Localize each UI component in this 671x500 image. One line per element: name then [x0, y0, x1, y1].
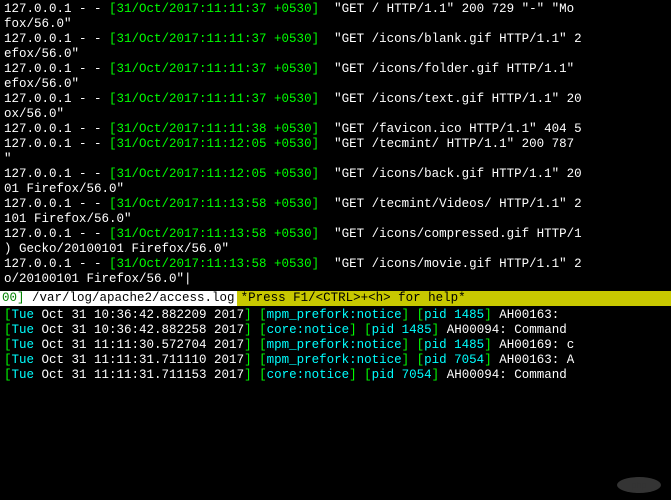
log-line-wrap: ox/56.0" — [4, 107, 667, 122]
log-line-wrap: efox/56.0" — [4, 47, 667, 62]
log-line: 127.0.0.1 - - [31/Oct/2017:11:11:37 +053… — [4, 92, 667, 107]
access-log-pane: 127.0.0.1 - - [31/Oct/2017:11:11:37 +053… — [0, 0, 671, 289]
log-line: 127.0.0.1 - - [31/Oct/2017:11:11:38 +053… — [4, 122, 667, 137]
status-help: *Press F1/<CTRL>+<h> for help* — [237, 291, 671, 306]
log-line: 127.0.0.1 - - [31/Oct/2017:11:13:58 +053… — [4, 197, 667, 212]
syslog-line: [Tue Oct 31 10:36:42.882209 2017] [mpm_p… — [4, 308, 667, 323]
status-bar: 00] /var/log/apache2/access.log *Press F… — [0, 291, 671, 306]
status-path: 00] /var/log/apache2/access.log — [0, 291, 237, 306]
log-line-wrap: 01 Firefox/56.0" — [4, 182, 667, 197]
log-line: 127.0.0.1 - - [31/Oct/2017:11:12:05 +053… — [4, 167, 667, 182]
log-line: 127.0.0.1 - - [31/Oct/2017:11:11:37 +053… — [4, 62, 667, 77]
log-line-wrap: 101 Firefox/56.0" — [4, 212, 667, 227]
log-line-wrap: " — [4, 152, 667, 167]
log-line-wrap: fox/56.0" — [4, 17, 667, 32]
svg-text:php: php — [631, 480, 646, 490]
watermark-icon: php — [615, 476, 663, 494]
log-line: 127.0.0.1 - - [31/Oct/2017:11:13:58 +053… — [4, 227, 667, 242]
syslog-line: [Tue Oct 31 11:11:31.711110 2017] [mpm_p… — [4, 353, 667, 368]
log-line-wrap: efox/56.0" — [4, 77, 667, 92]
log-line: 127.0.0.1 - - [31/Oct/2017:11:11:37 +053… — [4, 2, 667, 17]
log-line-wrap: o/20100101 Firefox/56.0"| — [4, 272, 667, 287]
syslog-line: [Tue Oct 31 11:11:31.711153 2017] [core:… — [4, 368, 667, 383]
syslog-line: [Tue Oct 31 11:11:30.572704 2017] [mpm_p… — [4, 338, 667, 353]
log-line: 127.0.0.1 - - [31/Oct/2017:11:13:58 +053… — [4, 257, 667, 272]
log-line-wrap: ) Gecko/20100101 Firefox/56.0" — [4, 242, 667, 257]
syslog-pane: [Tue Oct 31 10:36:42.882209 2017] [mpm_p… — [0, 306, 671, 385]
log-line: 127.0.0.1 - - [31/Oct/2017:11:12:05 +053… — [4, 137, 667, 152]
syslog-line: [Tue Oct 31 10:36:42.882258 2017] [core:… — [4, 323, 667, 338]
log-line: 127.0.0.1 - - [31/Oct/2017:11:11:37 +053… — [4, 32, 667, 47]
